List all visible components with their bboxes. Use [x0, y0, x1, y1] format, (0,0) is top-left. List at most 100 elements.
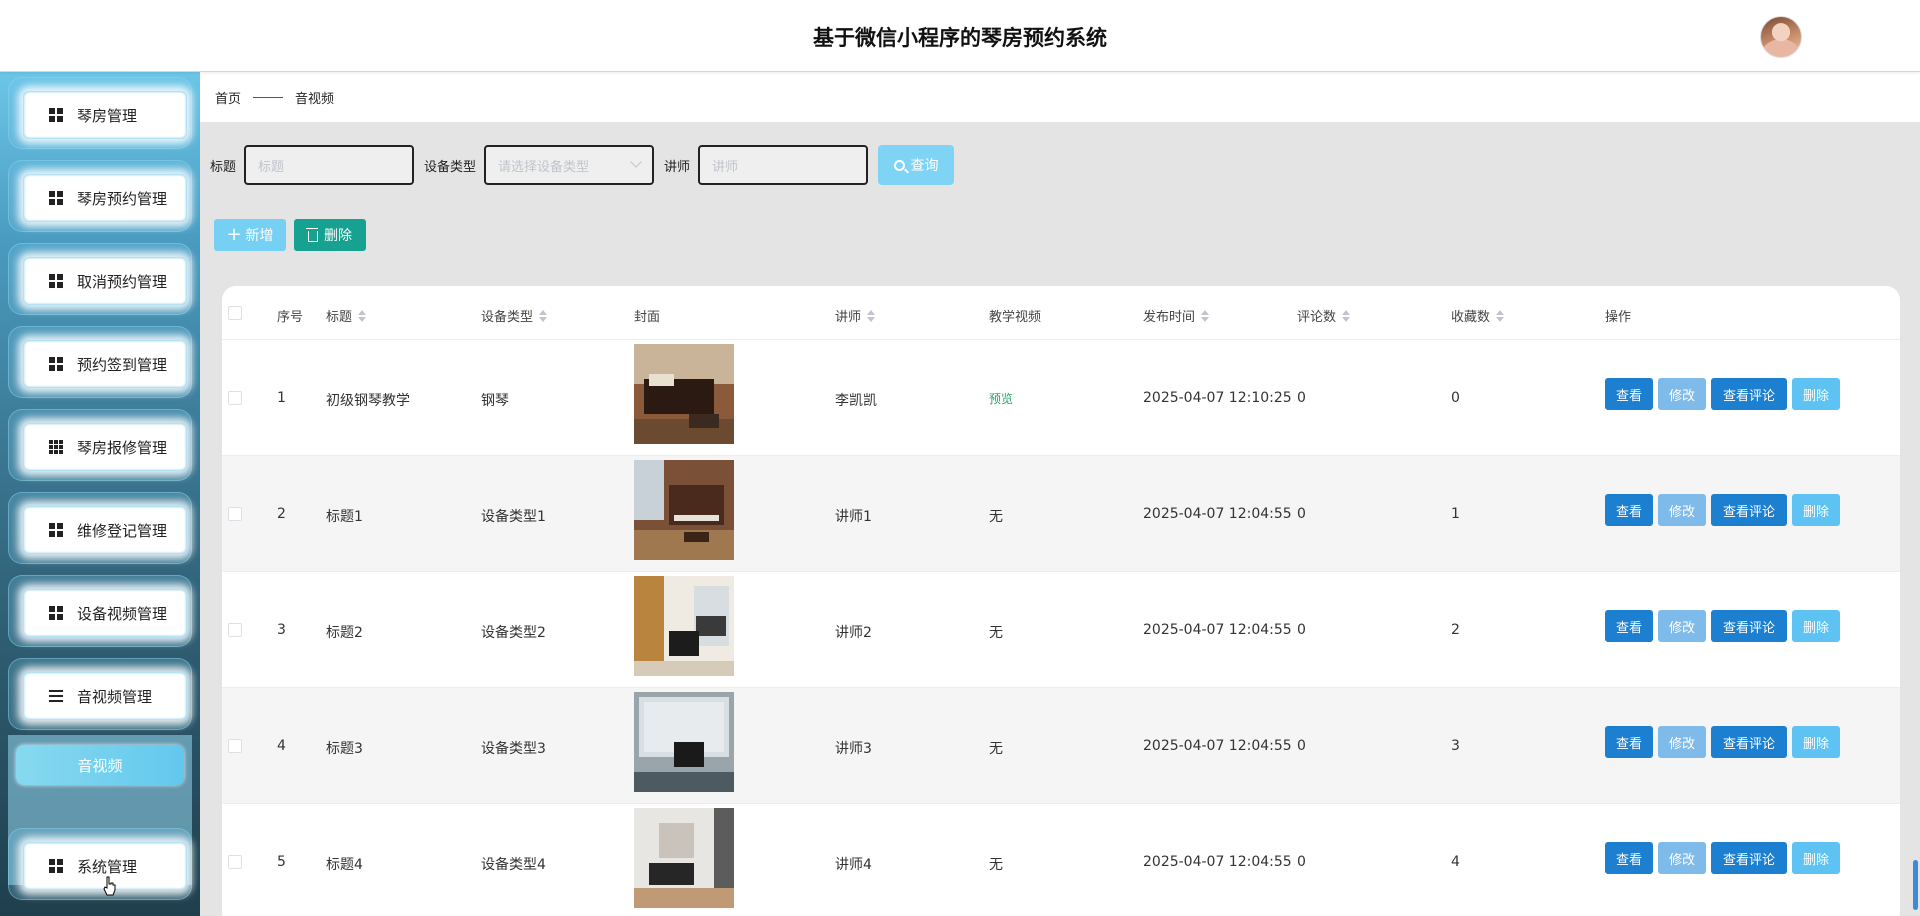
cell-title: 标题1 [326, 509, 363, 525]
column-header-title[interactable]: 标题 [326, 306, 367, 325]
list-icon [49, 689, 63, 703]
cell-favorites: 4 [1451, 854, 1460, 870]
video-preview-link[interactable]: 预览 [989, 390, 1013, 407]
view-comments-button[interactable]: 查看评论 [1711, 378, 1787, 410]
breadcrumb: 首页 音视频 [200, 72, 1920, 122]
edit-button[interactable]: 修改 [1658, 610, 1706, 642]
delete-button[interactable]: 删除 [1792, 610, 1840, 642]
delete-button[interactable]: 删除 [1792, 494, 1840, 526]
cell-title: 标题3 [326, 741, 363, 757]
cell-type: 设备类型1 [481, 509, 546, 525]
cover-image[interactable] [634, 344, 734, 444]
sidebar-item-cancel[interactable]: 取消预约管理 [23, 257, 187, 305]
view-comments-button[interactable]: 查看评论 [1711, 726, 1787, 758]
sort-icon[interactable] [1201, 309, 1210, 322]
column-header-time[interactable]: 发布时间 [1143, 306, 1210, 325]
row-actions: 查看 修改 查看评论 删除 [1605, 726, 1840, 758]
grid-icon [49, 606, 63, 620]
row-checkbox[interactable] [228, 507, 242, 521]
sidebar-item-checkin[interactable]: 预约签到管理 [23, 340, 187, 388]
user-avatar[interactable] [1760, 16, 1802, 58]
teacher-filter-input[interactable]: 讲师 [698, 145, 869, 185]
cell-favorites: 3 [1451, 738, 1460, 754]
edit-button[interactable]: 修改 [1658, 378, 1706, 410]
edit-button[interactable]: 修改 [1658, 726, 1706, 758]
main-content: 首页 音视频 标题 标题 设备类型 请选择设备类型 讲师 讲师 查询 + 新增 … [200, 72, 1920, 916]
view-comments-button[interactable]: 查看评论 [1711, 610, 1787, 642]
vertical-scrollbar[interactable] [1913, 860, 1918, 910]
sort-icon[interactable] [1342, 309, 1351, 322]
type-filter-label: 设备类型 [424, 159, 477, 175]
sidebar-item-repair[interactable]: 琴房报修管理 [23, 423, 187, 471]
sidebar: 琴房管理 琴房预约管理 取消预约管理 预约签到管理 琴房报修管理 维修登记管理 [0, 72, 200, 916]
cell-video: 无 [989, 625, 1003, 641]
view-button[interactable]: 查看 [1605, 726, 1653, 758]
sidebar-item-device-video[interactable]: 设备视频管理 [23, 589, 187, 637]
trash-icon [306, 227, 318, 242]
cover-image[interactable] [634, 808, 734, 908]
view-button[interactable]: 查看 [1605, 378, 1653, 410]
type-filter-select[interactable]: 请选择设备类型 [484, 145, 655, 185]
sidebar-item-label: 设备视频管理 [77, 604, 168, 623]
delete-button[interactable]: 删除 [1792, 726, 1840, 758]
cell-time: 2025-04-07 12:04:55 [1143, 622, 1292, 638]
edit-button[interactable]: 修改 [1658, 494, 1706, 526]
table-row: 1 初级钢琴教学 钢琴 李凯凯 预览 2025-04-07 12:10:25 0… [222, 340, 1900, 456]
cell-comments: 0 [1297, 506, 1306, 522]
sidebar-card: 取消预约管理 [8, 243, 192, 315]
row-checkbox[interactable] [228, 391, 242, 405]
sort-icon[interactable] [358, 309, 367, 322]
column-header-comments[interactable]: 评论数 [1297, 306, 1351, 325]
view-comments-button[interactable]: 查看评论 [1711, 842, 1787, 874]
search-button[interactable]: 查询 [878, 145, 955, 185]
sidebar-card: 琴房预约管理 [8, 160, 192, 232]
sort-icon[interactable] [539, 309, 548, 322]
view-button[interactable]: 查看 [1605, 494, 1653, 526]
row-actions: 查看 修改 查看评论 删除 [1605, 842, 1840, 874]
title-filter-input[interactable]: 标题 [244, 145, 415, 185]
cell-teacher: 李凯凯 [835, 393, 877, 409]
column-header-type[interactable]: 设备类型 [481, 306, 548, 325]
breadcrumb-current: 音视频 [295, 91, 335, 107]
view-button[interactable]: 查看 [1605, 610, 1653, 642]
sort-icon[interactable] [867, 309, 876, 322]
cell-index: 1 [277, 390, 286, 406]
sidebar-item-label: 预约签到管理 [77, 355, 168, 374]
hand-cursor-icon [103, 876, 116, 896]
column-header-favorites[interactable]: 收藏数 [1451, 306, 1505, 325]
sort-icon[interactable] [1496, 309, 1505, 322]
breadcrumb-home[interactable]: 首页 [215, 88, 241, 107]
cover-image[interactable] [634, 460, 734, 560]
view-button[interactable]: 查看 [1605, 842, 1653, 874]
grid-icon [49, 357, 63, 371]
column-header-teacher[interactable]: 讲师 [835, 306, 876, 325]
row-checkbox[interactable] [228, 623, 242, 637]
sidebar-item-av[interactable]: 音视频管理 [23, 672, 187, 720]
breadcrumb-separator [253, 96, 284, 98]
sidebar-item-booking[interactable]: 琴房预约管理 [23, 174, 187, 222]
sidebar-subitem-av[interactable]: 音视频 [16, 745, 184, 785]
cell-title: 标题4 [326, 857, 363, 873]
type-filter-placeholder: 请选择设备类型 [498, 159, 590, 175]
cell-video: 无 [989, 509, 1003, 525]
cover-image[interactable] [634, 576, 734, 676]
select-all-checkbox[interactable] [228, 306, 242, 320]
delete-button[interactable]: 删除 [1792, 378, 1840, 410]
edit-button[interactable]: 修改 [1658, 842, 1706, 874]
row-checkbox[interactable] [228, 739, 242, 753]
sidebar-item-room[interactable]: 琴房管理 [23, 91, 187, 139]
cell-index: 2 [277, 506, 286, 522]
sidebar-item-label: 琴房管理 [77, 106, 138, 125]
batch-delete-button[interactable]: 删除 [294, 219, 366, 251]
sidebar-item-maintenance[interactable]: 维修登记管理 [23, 506, 187, 554]
cell-favorites: 1 [1451, 506, 1460, 522]
row-checkbox[interactable] [228, 855, 242, 869]
cover-image[interactable] [634, 692, 734, 792]
table-row: 2 标题1 设备类型1 讲师1 无 2025-04-07 12:04:55 0 … [222, 456, 1900, 572]
cell-time: 2025-04-07 12:04:55 [1143, 506, 1292, 522]
table-row: 5 标题4 设备类型4 讲师4 无 2025-04-07 12:04:55 0 … [222, 804, 1900, 916]
add-button[interactable]: + 新增 [214, 219, 286, 251]
cell-type: 设备类型4 [481, 857, 546, 873]
view-comments-button[interactable]: 查看评论 [1711, 494, 1787, 526]
delete-button[interactable]: 删除 [1792, 842, 1840, 874]
